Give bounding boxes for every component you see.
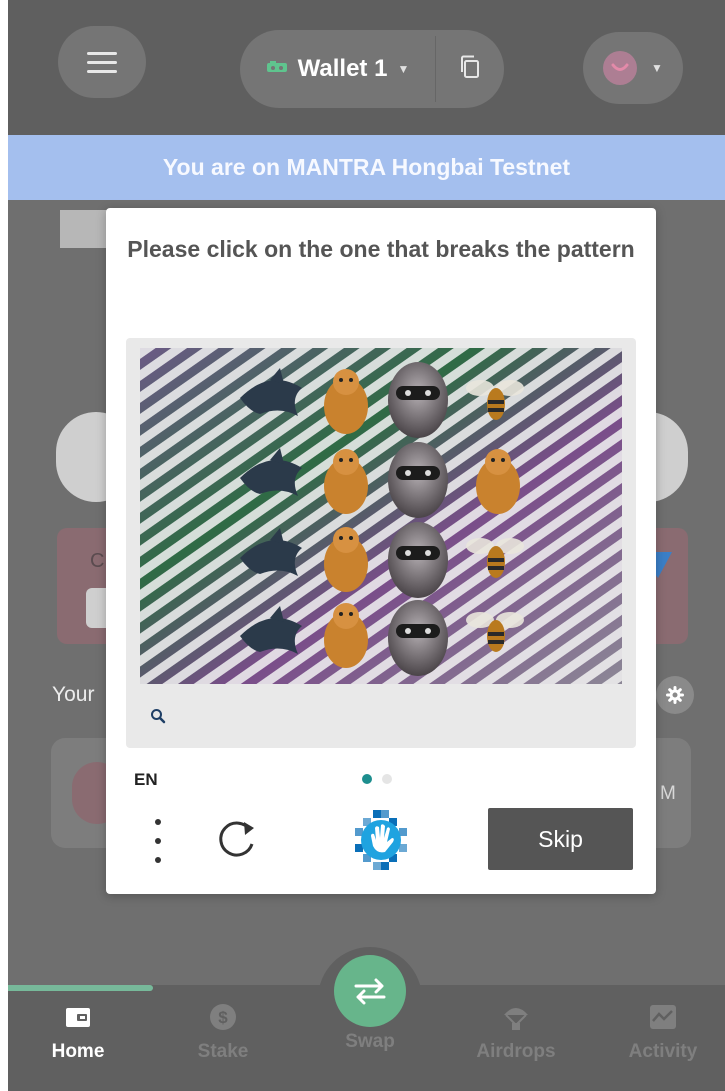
captcha-prompt: Please click on the one that breaks the …: [127, 236, 635, 262]
wallet-selector: Wallet 1 ▼: [240, 30, 504, 108]
nav-item-activity[interactable]: Activity: [608, 1003, 718, 1063]
hcaptcha-logo-icon[interactable]: [349, 808, 413, 872]
dot: [155, 819, 161, 825]
nav-item-swap[interactable]: Swap: [315, 1031, 425, 1053]
background-asset-value: M: [660, 783, 676, 804]
nav-item-airdrops[interactable]: Airdrops: [461, 1003, 571, 1063]
page-dot-active: [362, 774, 372, 784]
copy-address-button[interactable]: [436, 30, 504, 108]
hamburger-icon: [87, 60, 117, 64]
refresh-icon: [219, 821, 254, 857]
skip-button[interactable]: Skip: [488, 808, 633, 870]
page-dot: [382, 774, 392, 784]
wallet-name: Wallet 1: [297, 55, 388, 82]
swap-icon: [354, 978, 386, 1005]
captcha-task-area: [126, 338, 636, 748]
avatar: [603, 51, 638, 85]
captcha-menu-button[interactable]: [146, 813, 170, 869]
dot: [155, 838, 161, 844]
nav-item-label: Swap: [345, 1031, 395, 1052]
dot: [155, 857, 161, 863]
bottom-navigation: Home $ Stake Swap Airdrops Activity: [8, 947, 725, 1091]
swap-button[interactable]: [334, 955, 406, 1027]
network-banner: You are on MANTRA Hongbai Testnet: [8, 135, 725, 200]
chart-icon: [649, 1003, 677, 1031]
account-menu-button[interactable]: ▼: [583, 32, 683, 104]
nav-item-stake[interactable]: $ Stake: [168, 1003, 278, 1063]
app-screen: Wallet 1 ▼ ▼ You are on MANTRA Hongbai T…: [8, 0, 725, 1091]
nav-item-label: Stake: [197, 1041, 249, 1062]
captcha-dialog: Please click on the one that breaks the …: [106, 208, 656, 894]
chevron-down-icon: ▼: [397, 62, 410, 76]
zoom-button[interactable]: [146, 706, 170, 730]
top-bar: Wallet 1 ▼ ▼: [8, 0, 725, 135]
wallet-icon: [266, 60, 288, 79]
menu-button[interactable]: [58, 26, 146, 98]
captcha-challenge-image[interactable]: [140, 348, 622, 684]
dollar-icon: $: [209, 1003, 237, 1031]
parachute-icon: [502, 1003, 530, 1031]
copy-icon: [458, 54, 482, 85]
page-indicator: [362, 774, 392, 784]
refresh-button[interactable]: [212, 814, 262, 864]
language-selector[interactable]: EN: [134, 770, 158, 790]
nav-active-indicator: [8, 985, 153, 991]
nav-item-label: Activity: [628, 1041, 698, 1062]
wallet-icon: [64, 1003, 92, 1031]
nav-item-label: Airdrops: [476, 1041, 556, 1062]
nav-item-home[interactable]: Home: [23, 1003, 133, 1063]
chevron-down-icon: ▼: [651, 61, 663, 75]
background-card-letter: C: [90, 550, 105, 572]
wallet-switch-button[interactable]: Wallet 1 ▼: [240, 30, 435, 108]
gear-icon: [656, 676, 694, 714]
nav-item-label: Home: [51, 1041, 105, 1062]
search-icon: [150, 708, 166, 729]
svg-text:$: $: [218, 1008, 228, 1027]
background-section-title: Your: [52, 683, 95, 706]
